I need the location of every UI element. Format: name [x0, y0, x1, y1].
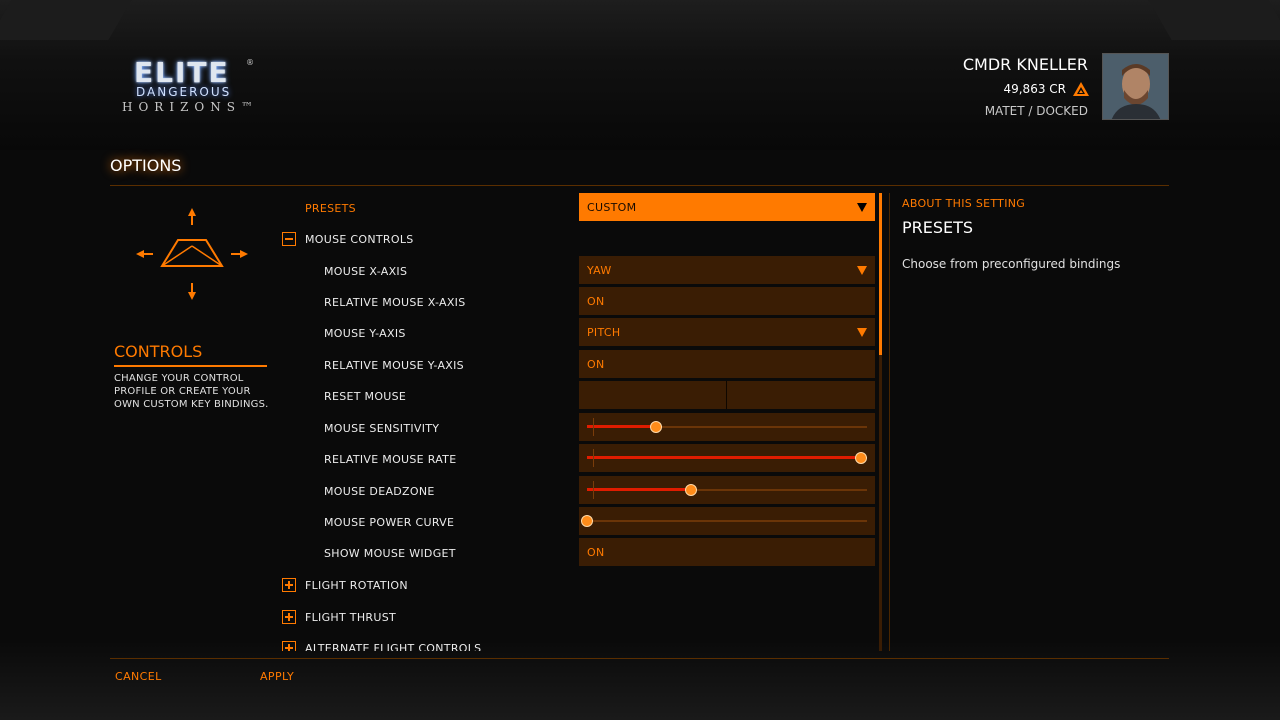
dropdown-value: PITCH — [587, 326, 621, 339]
mouse-deadzone-slider[interactable] — [579, 476, 875, 504]
relative-mouse-x-axis-toggle[interactable]: ON — [579, 287, 875, 315]
toggle-value: ON — [587, 546, 605, 559]
setting-label: SHOW MOUSE WIDGET — [324, 547, 456, 560]
footer-divider — [110, 658, 1169, 659]
section-flight-rotation[interactable]: FLIGHT ROTATION — [280, 570, 876, 600]
mouse-power-curve-slider[interactable] — [579, 507, 875, 535]
logo-horizons-text: HORIZONS™ — [122, 100, 259, 114]
setting-label: MOUSE SENSITIVITY — [324, 422, 440, 435]
slider-default-tick — [593, 449, 594, 467]
setting-row-show-mouse-widget[interactable]: SHOW MOUSE WIDGET ON — [280, 538, 876, 568]
commander-avatar — [1102, 53, 1169, 120]
page-title: OPTIONS — [110, 156, 182, 175]
setting-label: MOUSE DEADZONE — [324, 485, 435, 498]
binding-divider — [726, 381, 727, 409]
commander-name: CMDR KNELLER — [962, 55, 1088, 74]
expand-icon[interactable] — [282, 578, 296, 592]
panel-divider — [889, 193, 890, 651]
toggle-value: ON — [587, 295, 605, 308]
slider-handle[interactable] — [581, 515, 593, 527]
setting-label: MOUSE Y-AXIS — [324, 327, 406, 340]
setting-row-mouse-sensitivity[interactable]: MOUSE SENSITIVITY — [280, 413, 876, 443]
dropdown-value: YAW — [587, 264, 612, 277]
reset-mouse-binding[interactable] — [579, 381, 875, 409]
mouse-x-axis-dropdown[interactable]: YAW — [579, 256, 875, 284]
background-strut — [1148, 0, 1280, 40]
about-heading: ABOUT THIS SETTING — [902, 197, 1026, 210]
setting-row-mouse-y-axis[interactable]: MOUSE Y-AXIS PITCH — [280, 318, 876, 348]
slider-fill — [587, 425, 656, 428]
about-title: PRESETS — [902, 218, 974, 237]
setting-label: RELATIVE MOUSE RATE — [324, 453, 457, 466]
elite-dangerous-logo: ELITE ® DANGEROUS HORIZONS™ — [118, 56, 268, 118]
commander-credits: 49,863 CR — [1003, 82, 1066, 96]
collapse-icon[interactable] — [282, 232, 296, 246]
header-divider — [110, 185, 1169, 186]
setting-row-mouse-deadzone[interactable]: MOUSE DEADZONE — [280, 476, 876, 506]
slider-handle[interactable] — [685, 484, 698, 496]
presets-dropdown[interactable]: CUSTOM — [579, 193, 875, 221]
section-flight-thrust[interactable]: FLIGHT THRUST — [280, 602, 876, 632]
slider-fill — [587, 488, 692, 491]
slider-track — [587, 520, 867, 522]
setting-label: MOUSE POWER CURVE — [324, 516, 455, 529]
expand-icon[interactable] — [282, 641, 296, 651]
category-title: CONTROLS — [114, 342, 203, 361]
background-floor — [0, 640, 1280, 720]
ship-controls-diagram-icon — [136, 208, 248, 300]
commander-location: MATET / DOCKED — [984, 104, 1088, 118]
rank-icon — [1073, 82, 1089, 96]
relative-mouse-rate-slider[interactable] — [579, 444, 875, 472]
setting-label: MOUSE X-AXIS — [324, 265, 408, 278]
setting-row-relative-mouse-y-axis[interactable]: RELATIVE MOUSE Y-AXIS ON — [280, 350, 876, 380]
dropdown-value: CUSTOM — [587, 201, 637, 214]
setting-label: RELATIVE MOUSE Y-AXIS — [324, 359, 464, 372]
toggle-value: ON — [587, 358, 605, 371]
mouse-y-axis-dropdown[interactable]: PITCH — [579, 318, 875, 346]
setting-row-reset-mouse[interactable]: RESET MOUSE — [280, 381, 876, 411]
setting-label: PRESETS — [305, 202, 356, 215]
mouse-sensitivity-slider[interactable] — [579, 413, 875, 441]
category-description: CHANGE YOUR CONTROL PROFILE OR CREATE YO… — [114, 373, 269, 410]
scrollbar-thumb[interactable] — [879, 193, 882, 355]
about-description: Choose from preconfigured bindings — [902, 257, 1121, 271]
chevron-down-icon — [857, 203, 867, 212]
section-alternate-flight-controls[interactable]: ALTERNATE FLIGHT CONTROLS — [280, 633, 876, 651]
category-underline — [114, 365, 267, 367]
slider-default-tick — [593, 418, 594, 436]
slider-handle[interactable] — [649, 421, 662, 433]
setting-label: RELATIVE MOUSE X-AXIS — [324, 296, 466, 309]
setting-row-presets[interactable]: PRESETS CUSTOM — [280, 193, 876, 223]
setting-row-relative-mouse-x-axis[interactable]: RELATIVE MOUSE X-AXIS ON — [280, 287, 876, 317]
section-label: FLIGHT THRUST — [305, 611, 396, 624]
section-label: ALTERNATE FLIGHT CONTROLS — [305, 642, 482, 651]
background-strut — [0, 0, 132, 40]
logo-registered-mark: ® — [246, 58, 254, 67]
section-label: MOUSE CONTROLS — [305, 233, 414, 246]
logo-dangerous-text: DANGEROUS — [136, 85, 232, 99]
apply-button[interactable]: APPLY — [260, 670, 294, 683]
expand-icon[interactable] — [282, 610, 296, 624]
setting-label: RESET MOUSE — [324, 390, 407, 403]
relative-mouse-y-axis-toggle[interactable]: ON — [579, 350, 875, 378]
settings-scrollbar[interactable] — [879, 193, 882, 651]
section-label: FLIGHT ROTATION — [305, 579, 408, 592]
slider-fill — [587, 456, 861, 459]
setting-row-relative-mouse-rate[interactable]: RELATIVE MOUSE RATE — [280, 444, 876, 474]
setting-row-mouse-x-axis[interactable]: MOUSE X-AXIS YAW — [280, 256, 876, 286]
slider-default-tick — [593, 481, 594, 499]
setting-row-mouse-power-curve[interactable]: MOUSE POWER CURVE — [280, 507, 876, 537]
slider-handle[interactable] — [855, 452, 867, 464]
section-mouse-controls[interactable]: MOUSE CONTROLS — [280, 224, 876, 254]
settings-list[interactable]: PRESETS CUSTOM MOUSE CONTROLS MOUSE X-AX… — [280, 193, 876, 651]
cancel-button[interactable]: CANCEL — [115, 670, 162, 683]
chevron-down-icon — [857, 328, 867, 337]
chevron-down-icon — [857, 266, 867, 275]
show-mouse-widget-toggle[interactable]: ON — [579, 538, 875, 566]
